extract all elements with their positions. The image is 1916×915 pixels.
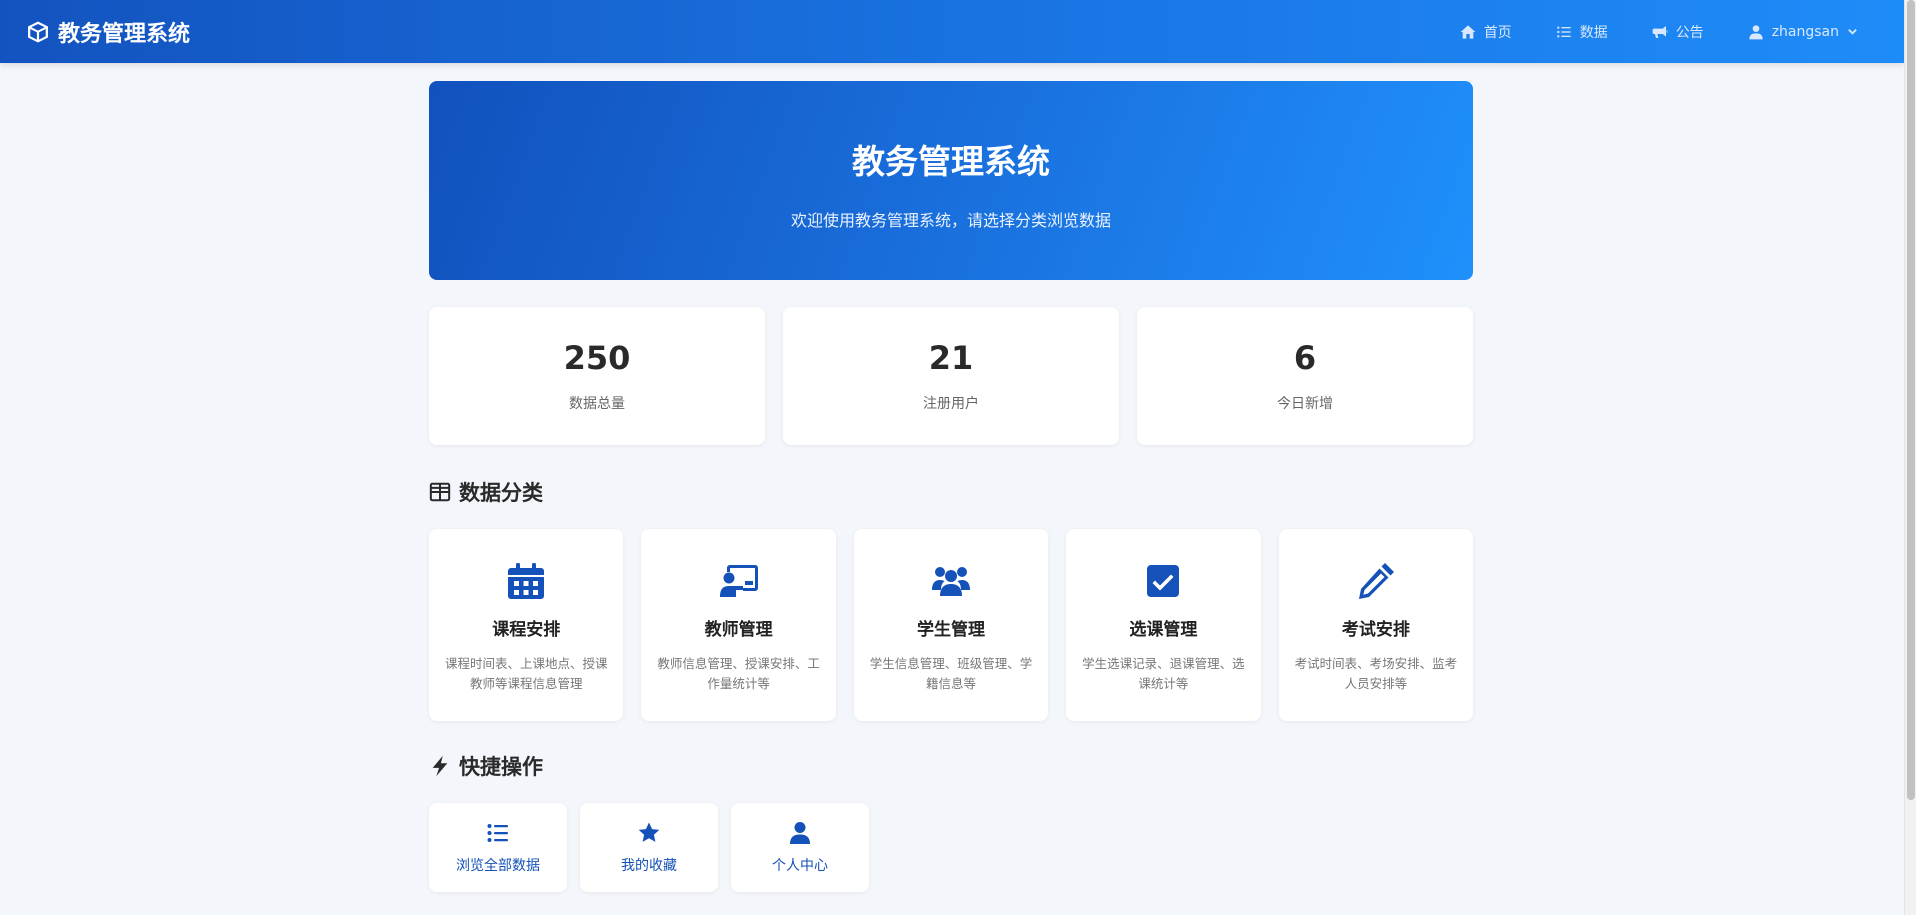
quick-action-label: 个人中心 xyxy=(772,857,828,874)
bolt-icon xyxy=(432,755,448,777)
nav-links: 首页 数据 公告 zhangsan xyxy=(1460,22,1858,42)
stat-value: 6 xyxy=(1293,339,1317,377)
user-icon xyxy=(790,821,810,844)
user-menu[interactable]: zhangsan xyxy=(1748,24,1858,40)
stat-label: 今日新增 xyxy=(1277,396,1333,412)
quick-action-label: 浏览全部数据 xyxy=(456,857,540,874)
category-title: 教师管理 xyxy=(704,620,773,640)
nav-announcements-label: 公告 xyxy=(1675,24,1704,41)
stat-label: 数据总量 xyxy=(569,396,625,412)
stat-value: 250 xyxy=(563,339,631,377)
username: zhangsan xyxy=(1771,23,1839,40)
stat-card-total: 250 数据总量 xyxy=(429,307,765,445)
page-scrollbar[interactable] xyxy=(1904,0,1916,915)
category-desc: 教师信息管理、授课安排、工作量统计等 xyxy=(657,656,820,691)
pencil-icon xyxy=(1358,563,1394,599)
quick-actions-row: 浏览全部数据 我的收藏 个人中心 xyxy=(429,803,1473,892)
main-content: 教务管理系统 欢迎使用教务管理系统，请选择分类浏览数据 250 数据总量 21 … xyxy=(429,81,1474,892)
my-favorites-button[interactable]: 我的收藏 xyxy=(580,803,718,892)
user-icon xyxy=(1749,24,1763,39)
stats-row: 250 数据总量 21 注册用户 6 今日新增 xyxy=(429,307,1473,445)
categories-title: 数据分类 xyxy=(459,481,543,505)
categories-heading: 数据分类 xyxy=(429,477,1473,507)
browse-all-data-button[interactable]: 浏览全部数据 xyxy=(429,803,567,892)
list-icon xyxy=(1557,26,1571,37)
hero-subtitle: 欢迎使用教务管理系统，请选择分类浏览数据 xyxy=(790,210,1111,230)
list-icon xyxy=(487,823,508,842)
nav-announcements[interactable]: 公告 xyxy=(1652,22,1704,42)
category-card-teachers[interactable]: 教师管理 教师信息管理、授课安排、工作量统计等 xyxy=(641,529,836,721)
quick-actions-heading: 快捷操作 xyxy=(429,751,1473,781)
nav-data[interactable]: 数据 xyxy=(1556,22,1608,42)
category-title: 考试安排 xyxy=(1341,620,1410,640)
category-card-schedule[interactable]: 课程安排 课程时间表、上课地点、授课教师等课程信息管理 xyxy=(429,529,624,721)
brand-title: 教务管理系统 xyxy=(58,21,191,47)
megaphone-icon xyxy=(1652,25,1668,38)
category-card-enrollment[interactable]: 选课管理 学生选课记录、退课管理、选课统计等 xyxy=(1066,529,1261,721)
profile-center-button[interactable]: 个人中心 xyxy=(731,803,869,892)
category-title: 选课管理 xyxy=(1129,620,1198,640)
cube-icon xyxy=(28,21,48,42)
nav-home-label: 首页 xyxy=(1483,24,1512,41)
category-card-students[interactable]: 学生管理 学生信息管理、班级管理、学籍信息等 xyxy=(853,529,1049,721)
nav-data-label: 数据 xyxy=(1579,24,1608,41)
category-desc: 学生信息管理、班级管理、学籍信息等 xyxy=(869,656,1033,691)
nav-home[interactable]: 首页 xyxy=(1460,22,1512,42)
category-grid: 课程安排 课程时间表、上课地点、授课教师等课程信息管理 教师管理 教师信息管理、… xyxy=(429,529,1474,721)
stat-label: 注册用户 xyxy=(923,396,979,412)
quick-actions-title: 快捷操作 xyxy=(459,755,543,779)
brand[interactable]: 教务管理系统 xyxy=(26,16,190,48)
hero-banner: 教务管理系统 欢迎使用教务管理系统，请选择分类浏览数据 xyxy=(429,81,1473,280)
category-title: 课程安排 xyxy=(492,620,561,640)
stat-card-users: 21 注册用户 xyxy=(783,307,1119,445)
category-title: 学生管理 xyxy=(917,620,986,640)
chevron-down-icon xyxy=(1848,29,1857,35)
category-desc: 考试时间表、考场安排、监考人员安排等 xyxy=(1294,656,1458,691)
category-card-exams[interactable]: 考试安排 考试时间表、考场安排、监考人员安排等 xyxy=(1278,529,1474,721)
stat-value: 21 xyxy=(928,339,974,377)
teacher-icon xyxy=(719,565,758,597)
top-navbar: 教务管理系统 首页 数据 公告 zhangsan xyxy=(0,0,1904,63)
home-icon xyxy=(1460,24,1476,39)
stat-card-today: 6 今日新增 xyxy=(1137,307,1473,445)
checkbox-icon xyxy=(1147,565,1180,597)
star-icon xyxy=(638,822,660,842)
quick-action-label: 我的收藏 xyxy=(621,857,677,874)
scrollbar-thumb[interactable] xyxy=(1907,0,1915,800)
category-desc: 学生选课记录、退课管理、选课统计等 xyxy=(1082,656,1245,691)
users-icon xyxy=(932,567,971,596)
hero-title: 教务管理系统 xyxy=(852,141,1050,181)
calendar-icon xyxy=(508,563,545,599)
category-desc: 课程时间表、上课地点、授课教师等课程信息管理 xyxy=(444,656,608,691)
table-icon xyxy=(429,482,451,502)
